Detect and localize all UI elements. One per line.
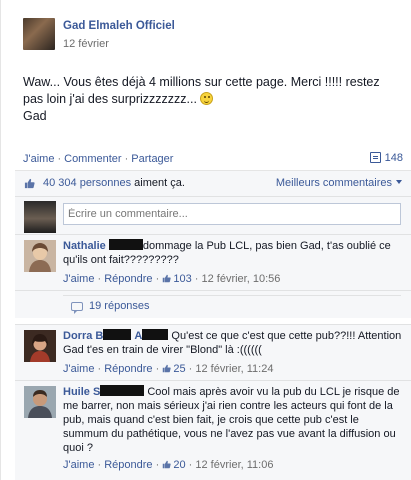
redaction: [142, 329, 169, 340]
comment-item: Nathalie dommage la Pub LCL, pas bien Ga…: [15, 234, 411, 290]
page-name-link[interactable]: Gad Elmaleh Officiel: [63, 20, 175, 32]
thumbs-up-icon: [163, 460, 172, 469]
comment-reply-button[interactable]: Répondre: [104, 273, 152, 285]
comment-time[interactable]: 12 février, 11:24: [195, 363, 273, 375]
redaction: [108, 239, 143, 250]
like-button[interactable]: J'aime: [23, 153, 54, 165]
post-text: Waw... Vous êtes déjà 4 millions sur cet…: [23, 74, 403, 125]
reply-icon: [71, 302, 83, 314]
thumbs-up-icon: [163, 274, 172, 283]
commenter-avatar[interactable]: [24, 386, 56, 418]
share-icon: [369, 152, 381, 163]
page-avatar[interactable]: [23, 18, 55, 50]
comment-like-button[interactable]: J'aime: [63, 459, 94, 471]
comment-meta: J'aime · Répondre · 103 · 12 février, 10…: [63, 273, 281, 285]
likes-count-link[interactable]: 40 304 personnes: [43, 177, 131, 189]
comment-reply-button[interactable]: Répondre: [104, 363, 152, 375]
comment-time[interactable]: 12 février, 10:56: [201, 273, 280, 285]
commenter-avatar[interactable]: [24, 330, 56, 362]
redaction: [100, 385, 145, 396]
thumbs-up-icon: [24, 178, 35, 189]
comment-like-button[interactable]: J'aime: [63, 363, 94, 375]
post-card: Gad Elmaleh Officiel 12 février Waw... V…: [0, 0, 411, 480]
comment-meta: J'aime · Répondre · 25 · 12 février, 11:…: [63, 363, 274, 375]
post-actions: J'aime · Commenter · Partager 148: [23, 152, 403, 165]
comment-author[interactable]: Dorra B: [63, 330, 103, 342]
comment-like-count[interactable]: 20: [173, 459, 185, 471]
comment-like-count[interactable]: 103: [173, 273, 191, 285]
share-count[interactable]: 148: [369, 152, 403, 164]
comment-body: Nathalie dommage la Pub LCL, pas bien Ga…: [63, 239, 403, 267]
view-replies-link[interactable]: 19 réponses: [63, 295, 401, 316]
comment-body: Huile S Cool mais après avoir vu la pub …: [63, 385, 403, 455]
user-avatar: [24, 201, 56, 233]
comment-like-button[interactable]: J'aime: [63, 273, 94, 285]
post-date[interactable]: 12 février: [63, 38, 109, 50]
comment-author[interactable]: Huile S: [63, 386, 100, 398]
share-button[interactable]: Partager: [131, 153, 173, 165]
thumbs-up-icon: [163, 364, 172, 373]
comment-time[interactable]: 12 février, 11:06: [195, 459, 273, 471]
post-signature: Gad: [23, 109, 47, 123]
share-count-value: 148: [384, 152, 403, 164]
comment-composer: [15, 196, 411, 234]
comment-reply-button[interactable]: Répondre: [104, 459, 152, 471]
comment-body: Dorra B A Qu'est ce que c'est que cette …: [63, 329, 403, 357]
comment-meta: J'aime · Répondre · 20 · 12 février, 11:…: [63, 459, 274, 471]
comment-sort-label: Meilleurs commentaires: [275, 177, 392, 189]
likes-suffix: aiment ça.: [131, 177, 185, 189]
likes-summary: 40 304 personnes aiment ça. Meilleurs co…: [15, 170, 411, 196]
comment-author-suffix[interactable]: A: [134, 330, 142, 342]
smiley-icon: [200, 92, 214, 105]
commenter-avatar[interactable]: [24, 240, 56, 272]
comment-author[interactable]: Nathalie: [63, 240, 106, 252]
comment-sort-dropdown[interactable]: Meilleurs commentaires: [276, 177, 402, 189]
comment-button[interactable]: Commenter: [64, 153, 121, 165]
redaction: [103, 329, 132, 340]
comment-item: Dorra B A Qu'est ce que c'est que cette …: [15, 324, 411, 380]
replies-label: 19 réponses: [89, 300, 150, 312]
likes-text: 40 304 personnes aiment ça.: [43, 177, 185, 189]
comment-text: Cool mais après avoir vu la pub du LCL j…: [63, 386, 400, 454]
comment-like-count[interactable]: 25: [173, 363, 185, 375]
comment-input[interactable]: [63, 203, 401, 225]
replies-row: 19 réponses: [15, 290, 411, 318]
comment-item: Huile S Cool mais après avoir vu la pub …: [15, 380, 411, 480]
chevron-down-icon: [396, 180, 402, 184]
